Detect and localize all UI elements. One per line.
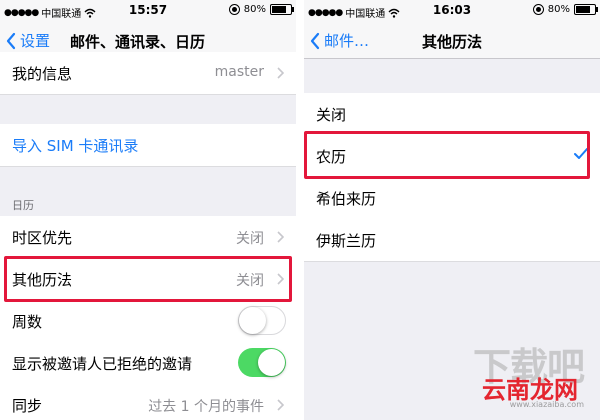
week-numbers-toggle[interactable] [238,306,286,335]
row-timezone[interactable]: 时区优先 关闭 [0,216,296,259]
rotation-lock-icon [228,4,240,15]
back-label: 设置 [20,32,51,50]
watermark-url: www.xiazaiba.com [509,400,584,409]
battery-icon [270,4,294,15]
option-label: 希伯来历 [316,190,377,208]
highlight-box [4,256,292,302]
row-value: 过去 1 个月的事件 [148,399,264,415]
chevron-left-icon [6,32,16,49]
show-declined-toggle[interactable] [238,348,286,377]
row-label: 显示被邀请人已拒绝的邀请 [12,355,193,373]
option-islamic[interactable]: 伊斯兰历 [304,219,600,262]
row-show-declined: 显示被邀请人已拒绝的邀请 [0,342,296,385]
page-title: 邮件、通讯录、日历 [70,33,206,51]
row-value: 关闭 [236,231,264,247]
rotation-lock-icon [532,4,544,15]
watermark: 下载吧 云南龙网 www.xiazaiba.com [462,336,592,416]
left-screen: ●●●●● 中国联通 15:57 80% 设置 邮件、通讯录、日历 我的信息 m… [0,0,296,420]
row-value: master [214,64,264,80]
option-label: 关闭 [316,106,347,124]
row-label: 我的信息 [12,65,73,83]
row-label: 同步 [12,397,43,415]
back-button[interactable]: 设置 [6,30,50,51]
chevron-right-icon [277,67,284,79]
chevron-right-icon [277,231,284,243]
option-hebrew[interactable]: 希伯来历 [304,177,600,220]
status-bar: ●●●●● 中国联通 16:03 80% [304,0,600,22]
chevron-left-icon [310,32,320,49]
back-label: 邮件… [324,32,370,50]
status-bar: ●●●●● 中国联通 15:57 80% [0,0,296,22]
back-button[interactable]: 邮件… [310,30,369,51]
import-sim-link: 导入 SIM 卡通讯录 [12,137,139,155]
battery-percent: 80% [547,4,570,15]
section-header-calendar: 日历 [12,199,34,212]
row-sync[interactable]: 同步 过去 1 个月的事件 [0,384,296,420]
row-label: 时区优先 [12,229,73,247]
option-off[interactable]: 关闭 [304,93,600,136]
chevron-right-icon [277,399,284,411]
row-week-numbers: 周数 [0,300,296,343]
battery-icon [574,4,598,15]
row-label: 周数 [12,313,43,331]
row-my-info[interactable]: 我的信息 master [0,52,296,95]
option-label: 伊斯兰历 [316,232,377,250]
battery-percent: 80% [243,4,266,15]
divider [296,0,304,420]
right-screen: ●●●●● 中国联通 16:03 80% 其他历法 邮件… 关闭 农历 希伯来历… [304,0,600,420]
highlight-box [304,131,590,179]
row-import-sim[interactable]: 导入 SIM 卡通讯录 [0,124,296,167]
navigation-bar: 其他历法 邮件… [304,22,600,59]
